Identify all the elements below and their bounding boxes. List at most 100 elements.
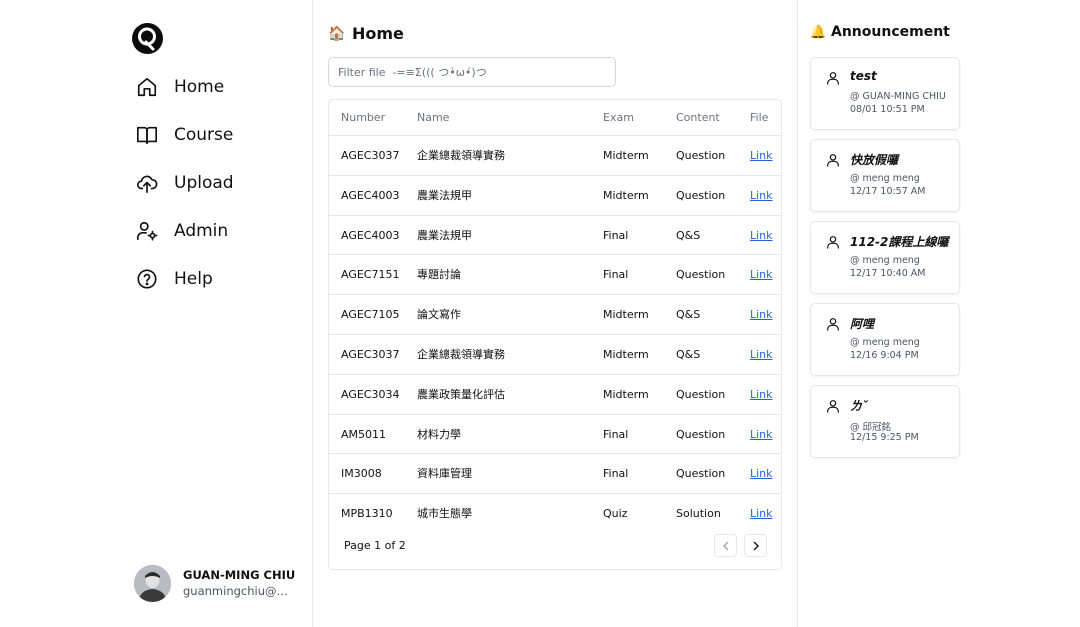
cell-content: Q&S	[676, 308, 701, 322]
cell-content: Q&S	[676, 228, 701, 242]
cell-number: AGEC3037	[341, 149, 400, 162]
file-link[interactable]: Link	[750, 255, 773, 294]
table-row: MPB1310 城市生態學 Quiz Solution Link	[329, 494, 781, 534]
cell-number: AGEC4003	[341, 188, 400, 202]
column-header-name[interactable]: Name	[417, 100, 449, 136]
column-header-content[interactable]: Content	[676, 100, 720, 136]
cell-name: 企業總裁領導實務	[417, 347, 505, 361]
announcement-item-title: 112-2課程上線囉	[850, 235, 949, 249]
announcement-card[interactable]: 阿哩 @ meng meng 12/16 9:04 PM	[810, 303, 960, 376]
nav-item-admin[interactable]: Admin	[134, 214, 294, 248]
cell-exam: Quiz	[603, 507, 628, 521]
user-icon	[825, 234, 841, 250]
cell-content: Question	[676, 427, 726, 441]
column-header-number[interactable]: Number	[341, 100, 385, 136]
announcement-date: 12/16 9:04 PM	[850, 350, 919, 361]
nav-label: Admin	[174, 221, 229, 241]
table-row: AGEC3037 企業總裁領導實務 Midterm Question Link	[329, 136, 781, 176]
cell-content: Solution	[676, 507, 721, 521]
announcement-author: @ meng meng	[850, 337, 920, 348]
cell-exam: Final	[603, 268, 629, 282]
cell-exam: Final	[603, 427, 629, 441]
announcement-card[interactable]: test @ GUAN-MING CHIU 08/01 10:51 PM	[810, 57, 960, 130]
announcement-date: 12/17 10:57 AM	[850, 186, 926, 197]
cell-exam: Midterm	[603, 347, 649, 361]
table-row: AGEC4003 農業法規甲 Midterm Question Link	[329, 176, 781, 216]
file-link[interactable]: Link	[750, 216, 773, 255]
nav-item-help[interactable]: Help	[134, 262, 294, 296]
announcement-author: @ meng meng	[850, 173, 920, 184]
cell-name: 論文寫作	[417, 308, 461, 322]
file-link[interactable]: Link	[750, 454, 773, 493]
cell-name: 農業法規甲	[417, 188, 472, 202]
home-icon	[134, 74, 160, 100]
user-icon	[825, 152, 841, 168]
table-row: AGEC7105 論文寫作 Midterm Q&S Link	[329, 295, 781, 335]
user-cog-icon	[134, 218, 160, 244]
announcement-title: 🔔 Announcement	[810, 24, 950, 40]
cell-name: 企業總裁領導實務	[417, 149, 505, 162]
page-title-text: Home	[352, 24, 404, 43]
table-row: AM5011 材料力學 Final Question Link	[329, 415, 781, 455]
nav-item-home[interactable]: Home	[134, 70, 294, 104]
file-link[interactable]: Link	[750, 375, 773, 414]
user-icon	[825, 398, 841, 414]
announcement-date: 12/15 9:25 PM	[850, 432, 919, 443]
cell-number: AGEC3037	[341, 347, 400, 361]
file-link[interactable]: Link	[750, 176, 773, 215]
avatar[interactable]	[134, 564, 171, 602]
filter-file-input[interactable]	[328, 57, 616, 87]
column-header-exam[interactable]: Exam	[603, 100, 634, 136]
app-logo-icon[interactable]	[132, 23, 163, 54]
cell-name: 農業政策量化評估	[417, 387, 505, 401]
file-link[interactable]: Link	[750, 335, 773, 374]
announcement-item-title: 阿哩	[850, 317, 875, 331]
next-page-button[interactable]	[744, 534, 767, 557]
cell-content: Question	[676, 188, 726, 202]
table-row: AGEC4003 農業法規甲 Final Q&S Link	[329, 216, 781, 256]
pagination: Page 1 of 2	[329, 531, 781, 569]
column-header-file[interactable]: File	[750, 100, 768, 136]
announcement-card[interactable]: ㄌˇ @ 邱冠銘 12/15 9:25 PM	[810, 385, 960, 458]
file-link[interactable]: Link	[750, 494, 773, 533]
page-title: 🏠 Home	[328, 24, 404, 43]
cell-number: AM5011	[341, 427, 387, 441]
cell-number: AGEC4003	[341, 228, 400, 242]
nav-label: Home	[174, 77, 225, 97]
announcement-author: @ 邱冠銘	[850, 422, 892, 433]
chevron-left-icon	[722, 541, 728, 550]
nav-item-upload[interactable]: Upload	[134, 166, 294, 200]
table-row: AGEC3034 農業政策量化評估 Midterm Question Link	[329, 375, 781, 415]
cell-exam: Final	[603, 467, 629, 481]
announcement-author: @ GUAN-MING CHIU	[850, 91, 946, 102]
user-email: guanmingchiu@gm...	[183, 584, 291, 598]
user-profile[interactable]: GUAN-MING CHIU guanmingchiu@gm...	[134, 563, 304, 603]
main-content: 🏠 Home Number Name Exam Content File AGE…	[313, 0, 798, 627]
announcement-author: @ meng meng	[850, 255, 920, 266]
nav-item-course[interactable]: Course	[134, 118, 294, 152]
announcement-item-title: test	[850, 69, 877, 83]
announcement-item-title: ㄌˇ	[850, 399, 869, 413]
previous-page-button[interactable]	[714, 534, 737, 557]
cell-name: 資料庫管理	[417, 467, 472, 481]
bell-icon: 🔔	[810, 24, 827, 40]
announcement-card[interactable]: 快放假囉 @ meng meng 12/17 10:57 AM	[810, 139, 960, 212]
cell-name: 城市生態學	[417, 507, 472, 521]
cell-exam: Midterm	[603, 149, 649, 162]
sidebar: Home Course Upload Admin Help GUAN-MING …	[0, 0, 313, 627]
nav-label: Course	[174, 125, 234, 145]
file-link[interactable]: Link	[750, 295, 773, 334]
nav-label: Help	[174, 269, 213, 289]
file-link[interactable]: Link	[750, 415, 773, 454]
announcement-card[interactable]: 112-2課程上線囉 @ meng meng 12/17 10:40 AM	[810, 221, 960, 294]
cell-content: Q&S	[676, 347, 701, 361]
cloud-upload-icon	[134, 170, 160, 196]
user-icon	[825, 316, 841, 332]
book-icon	[134, 122, 160, 148]
user-name: GUAN-MING CHIU	[183, 568, 296, 582]
table-body: AGEC3037 企業總裁領導實務 Midterm Question Link AGEC4…	[329, 136, 781, 534]
file-link[interactable]: Link	[750, 136, 773, 175]
cell-exam: Midterm	[603, 308, 649, 322]
page-indicator: Page 1 of 2	[344, 539, 406, 552]
nav-label: Upload	[174, 173, 234, 193]
